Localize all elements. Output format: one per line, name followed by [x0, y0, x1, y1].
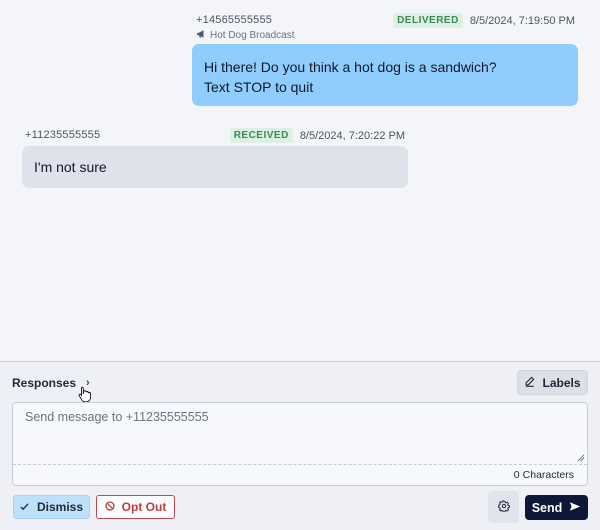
settings-button[interactable] [488, 491, 519, 523]
outgoing-message-line-1: Hi there! Do you think a hot dog is a sa… [204, 59, 497, 75]
prohibited-icon [105, 500, 115, 514]
responses-label: Responses [12, 376, 77, 390]
gear-icon [497, 499, 510, 515]
outgoing-message-meta: +14565555555 DELIVERED 8/5/2024, 7:19:50… [196, 13, 578, 29]
message-composer: Responses › Labels 0 Characters [0, 361, 600, 530]
character-count-value: 0 [513, 469, 520, 481]
pointer-hand-cursor-icon [78, 386, 91, 402]
pencil-icon [524, 376, 535, 390]
dismiss-button[interactable]: Dismiss [13, 495, 90, 519]
opt-out-button-label: Opt Out [121, 500, 167, 514]
resize-handle-icon[interactable] [576, 453, 585, 462]
paper-plane-icon [569, 501, 581, 515]
incoming-sender-number: +11235555555 [25, 129, 101, 141]
outgoing-message-bubble: Hi there! Do you think a hot dog is a sa… [192, 44, 578, 106]
character-count: 0 Characters [514, 469, 574, 481]
labels-button-label: Labels [542, 375, 581, 390]
outgoing-status-group: DELIVERED 8/5/2024, 7:19:50 PM [393, 13, 575, 28]
outgoing-message-line-2: Text STOP to quit [204, 79, 314, 95]
incoming-message-bubble: I'm not sure [22, 146, 408, 188]
character-count-label: Characters [522, 469, 574, 481]
outgoing-sender-number: +14565555555 [196, 14, 273, 26]
checkmark-icon [20, 500, 29, 514]
incoming-message-meta: +11235555555 RECEIVED 8/5/2024, 7:20:22 … [25, 128, 407, 144]
dismiss-button-label: Dismiss [36, 500, 84, 514]
megaphone-icon [196, 29, 206, 42]
send-button[interactable]: Send [525, 495, 588, 520]
outgoing-timestamp: 8/5/2024, 7:19:50 PM [469, 14, 575, 27]
broadcast-name: Hot Dog Broadcast [210, 29, 295, 41]
incoming-timestamp: 8/5/2024, 7:20:22 PM [299, 129, 405, 142]
incoming-message-text: I'm not sure [34, 159, 107, 175]
send-button-label: Send [531, 500, 563, 515]
message-input[interactable] [13, 403, 587, 465]
broadcast-tag: Hot Dog Broadcast [196, 29, 295, 41]
conversation-thread[interactable]: +14565555555 DELIVERED 8/5/2024, 7:19:50… [0, 0, 600, 361]
status-badge-delivered: DELIVERED [393, 13, 463, 28]
message-input-box: 0 Characters [12, 402, 588, 486]
labels-button[interactable]: Labels [517, 370, 588, 395]
status-badge-received: RECEIVED [229, 128, 293, 143]
incoming-status-group: RECEIVED 8/5/2024, 7:20:22 PM [229, 128, 405, 143]
messaging-page: +14565555555 DELIVERED 8/5/2024, 7:19:50… [0, 0, 600, 530]
opt-out-button[interactable]: Opt Out [96, 495, 175, 519]
